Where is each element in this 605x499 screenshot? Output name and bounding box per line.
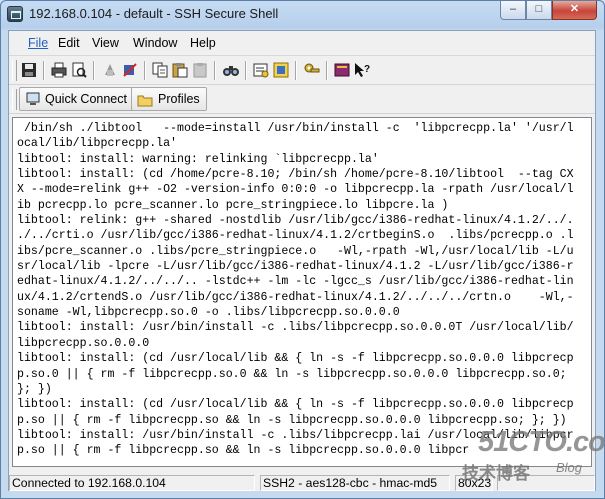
toolbar-separator (43, 61, 45, 80)
toolbar-grip[interactable] (12, 89, 17, 110)
svg-text:?: ? (364, 64, 370, 75)
terminal-line: libtool: relink: g++ -shared -nostdlib /… (17, 214, 574, 228)
toolbar-separator (93, 61, 95, 80)
computer-icon (25, 91, 41, 114)
minimize-button[interactable]: – (500, 1, 526, 20)
terminal-line: p.so || { rm -f libpcrecpp.so && ln -s l… (17, 444, 470, 458)
menu-window[interactable]: Window (133, 36, 177, 50)
folder-icon (137, 92, 153, 114)
client-area: File Edit View Window Help ? Quick Conne… (8, 30, 596, 491)
status-cipher: SSH2 - aes128-cbc - hmac-md5 (260, 475, 450, 491)
profiles-label: Profiles (158, 92, 200, 106)
menu-help[interactable]: Help (190, 36, 216, 50)
status-bar: Connected to 192.168.0.104 SSH2 - aes128… (9, 474, 595, 491)
terminal-line: sr/local/lib -lpcre -L/usr/lib/gcc/i386-… (17, 260, 574, 274)
quick-connect-icon[interactable] (101, 61, 119, 79)
toolbar-separator (245, 61, 247, 80)
terminal-output: /bin/sh ./libtool --mode=install /usr/bi… (17, 121, 574, 459)
terminal-line: /bin/sh ./libtool --mode=install /usr/bi… (17, 122, 574, 135)
terminal-line: libtool: install: warning: relinking `li… (17, 152, 379, 166)
ssh-app-icon[interactable] (7, 6, 23, 22)
context-help-icon[interactable]: ? (353, 61, 371, 79)
paste-disabled-icon[interactable] (191, 61, 209, 79)
menu-file[interactable]: File (28, 36, 48, 50)
terminal-line: ocal/lib/libpcrecpp.la' (17, 137, 178, 151)
status-connection: Connected to 192.168.0.104 (9, 475, 255, 491)
profiles-icon[interactable] (272, 61, 290, 79)
terminal-line: ux/4.1.2/crtendS.o /usr/lib/gcc/i386-red… (17, 290, 574, 304)
menu-edit[interactable]: Edit (58, 36, 80, 50)
terminal-line: X --mode=relink g++ -O2 -version-info 0:… (17, 183, 574, 197)
print-preview-icon[interactable] (70, 61, 88, 79)
main-toolbar: ? (9, 57, 595, 85)
help-book-icon[interactable] (333, 61, 351, 79)
disconnect-icon[interactable] (121, 61, 139, 79)
terminal-line: soname -Wl,libpcrecpp.so.0 -o .libs/libp… (17, 306, 400, 320)
toolbar-separator (144, 61, 146, 80)
menu-bar: File Edit View Window Help (9, 31, 595, 56)
terminal-line: libtool: install: /usr/bin/install -c .l… (17, 321, 574, 335)
menu-view[interactable]: View (92, 36, 119, 50)
terminal-line: ibs/pcre_scanner.o .libs/pcre_stringpiec… (17, 244, 574, 258)
save-icon[interactable] (20, 61, 38, 79)
status-terminal-size: 80x23 (455, 475, 493, 491)
toolbar-separator (214, 61, 216, 80)
terminal-line: libtool: install: (cd /usr/local/lib && … (17, 398, 574, 412)
terminal-line: }; }) (17, 382, 52, 396)
terminal-line: ib pcrecpp.lo pcre_scanner.lo pcre_strin… (17, 198, 449, 212)
key-icon[interactable] (303, 61, 321, 79)
window-title: 192.168.0.104 - default - SSH Secure She… (29, 6, 279, 21)
terminal-line: libtool: install: (cd /usr/local/lib && … (17, 352, 574, 366)
maximize-button[interactable]: □ (526, 1, 552, 20)
terminal-line: edhat-linux/4.1.2/../../.. -lstdc++ -lm … (17, 275, 574, 289)
terminal-line: p.so.0 || { rm -f libpcrecpp.so.0 && ln … (17, 367, 567, 381)
terminal-line: ./../crti.o /usr/lib/gcc/i386-redhat-lin… (17, 229, 574, 243)
quick-connect-button[interactable]: Quick Connect (19, 87, 135, 111)
settings-icon[interactable] (252, 61, 270, 79)
find-icon[interactable] (222, 61, 240, 79)
print-icon[interactable] (50, 61, 68, 79)
terminal-line: libtool: install: (cd /home/pcre-8.10; /… (17, 168, 574, 182)
toolbar-separator (295, 61, 297, 80)
quick-connect-label: Quick Connect (45, 92, 127, 106)
quick-connect-bar: Quick Connect Profiles (9, 86, 595, 114)
profiles-button[interactable]: Profiles (131, 87, 207, 111)
copy-icon[interactable] (151, 61, 169, 79)
toolbar-separator (326, 61, 328, 80)
status-extra (497, 475, 595, 491)
terminal-line: libtool: install: /usr/bin/install -c .l… (17, 428, 574, 442)
close-button[interactable]: ✕ (552, 1, 597, 20)
terminal-view[interactable]: /bin/sh ./libtool --mode=install /usr/bi… (12, 117, 592, 467)
terminal-line: libpcrecpp.so.0.0.0 (17, 336, 150, 350)
ssh-client-window: 192.168.0.104 - default - SSH Secure She… (0, 0, 605, 499)
terminal-line: p.so || { rm -f libpcrecpp.so && ln -s l… (17, 413, 567, 427)
paste-icon[interactable] (171, 61, 189, 79)
toolbar-grip[interactable] (12, 60, 17, 81)
title-bar[interactable]: 192.168.0.104 - default - SSH Secure She… (1, 1, 604, 27)
